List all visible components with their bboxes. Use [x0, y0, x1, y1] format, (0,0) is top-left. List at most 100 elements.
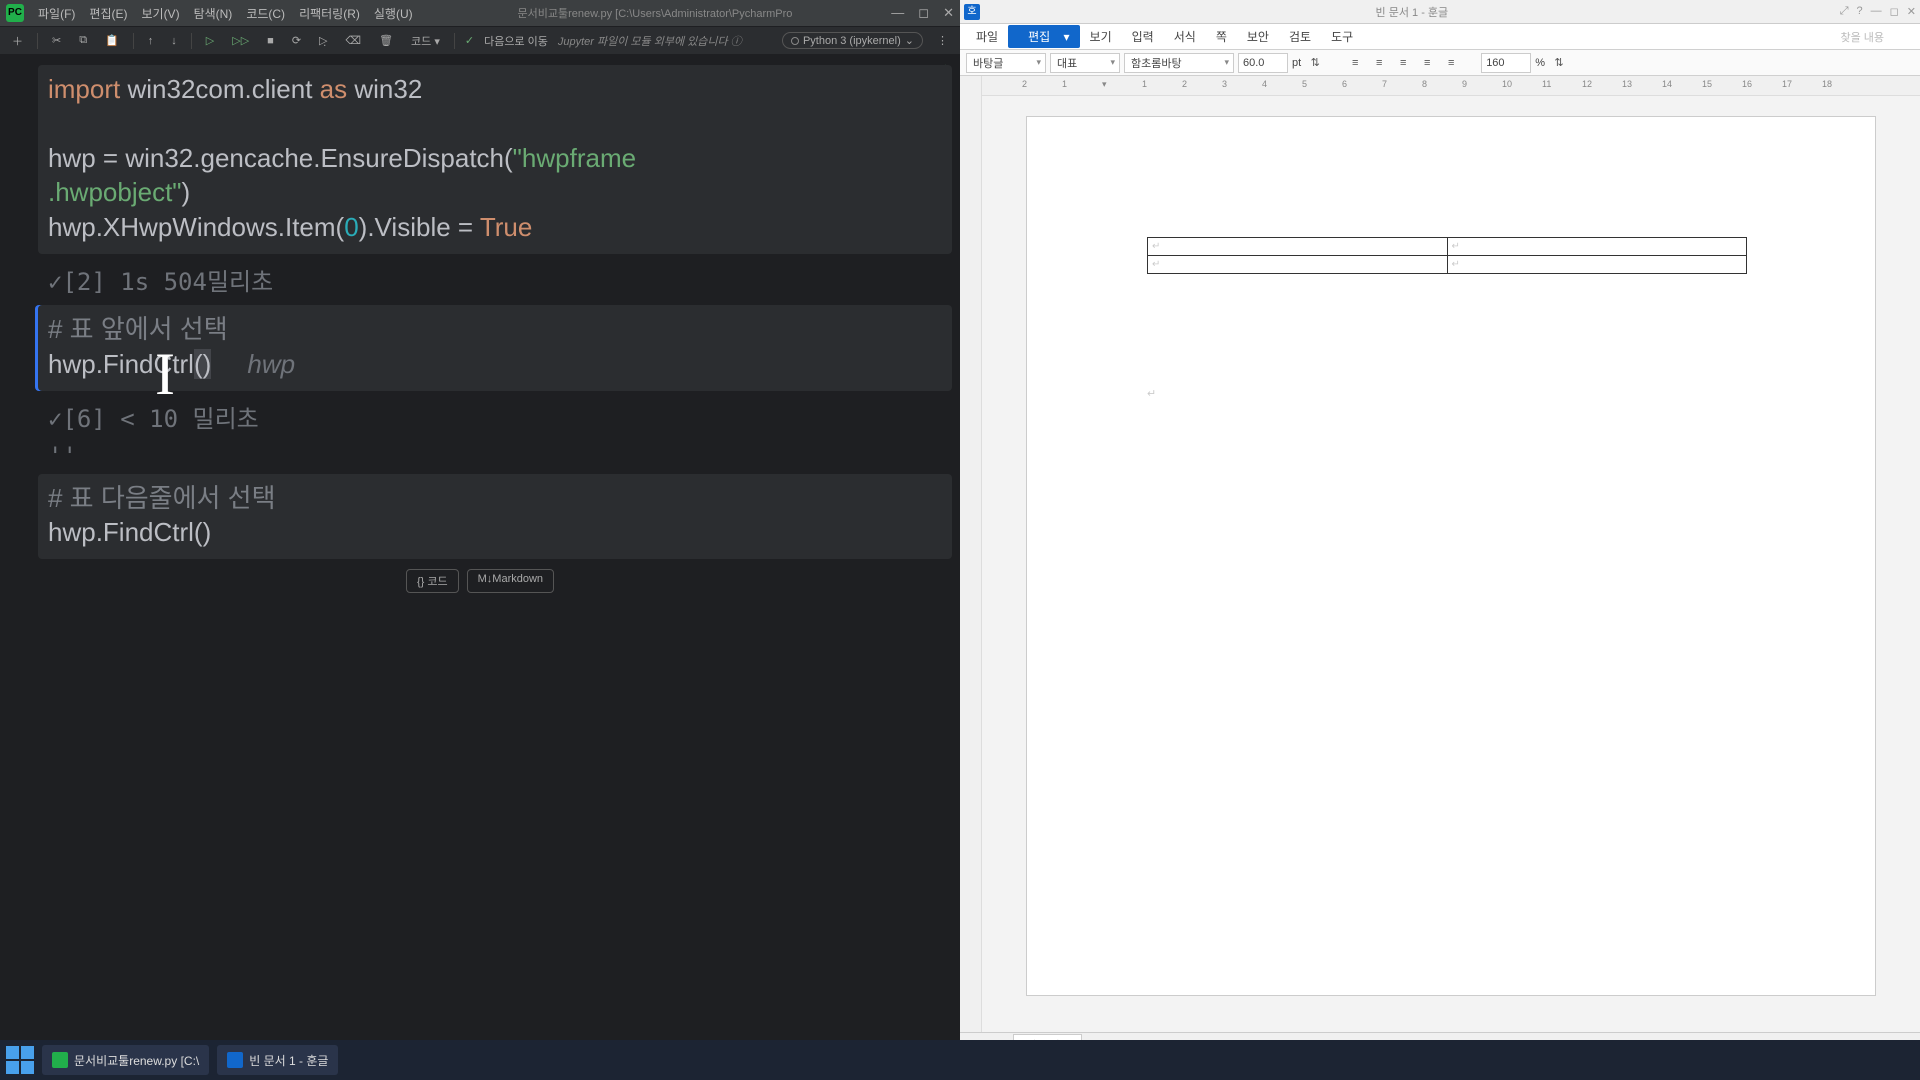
check-icon: ✓ [465, 34, 474, 47]
table-row[interactable]: ↵↵ [1148, 238, 1747, 256]
notebook-editor[interactable]: ✓ import win32com.client as win32 hwp = … [0, 55, 960, 1080]
kernel-status-icon [791, 37, 799, 45]
horizontal-ruler[interactable]: 2 1 ▾ 1 2 3 4 5 6 7 8 9 10 11 12 13 14 1… [982, 76, 1920, 96]
delete-icon[interactable]: 🗑 [375, 32, 397, 49]
para-combo[interactable]: 대표 [1050, 53, 1120, 73]
zoom-input[interactable]: 160 [1481, 53, 1531, 73]
taskbar-item-pycharm[interactable]: 문서비교툴renew.py [C:\ [42, 1045, 209, 1075]
hwp-menu-page[interactable]: 쪽 [1206, 25, 1237, 48]
cut-icon[interactable]: ✂ [48, 32, 65, 49]
zoom-unit: % [1535, 57, 1545, 69]
hwp-menu-file[interactable]: 파일 [966, 25, 1008, 48]
align-center-icon[interactable]: ≡ [1369, 53, 1389, 73]
stop-icon[interactable]: ■ [263, 33, 278, 49]
add-cell-bar: {} 코드 M↓Markdown [0, 569, 960, 593]
menu-edit[interactable]: 편집(E) [83, 3, 133, 24]
kernel-name: Python 3 (ipykernel) [803, 35, 901, 47]
align-distribute-icon[interactable]: ≡ [1441, 53, 1461, 73]
menu-view[interactable]: 보기(V) [135, 3, 185, 24]
paragraph-mark-icon: ↵ [1147, 388, 1156, 400]
code-cell-3[interactable]: # 표 다음줄에서 선택 hwp.FindCtrl() [38, 474, 952, 560]
zoom-spinner-icon[interactable]: ⇅ [1549, 53, 1569, 73]
help-icon[interactable]: ? [1857, 5, 1863, 18]
document-table[interactable]: ↵↵ ↵↵ [1147, 237, 1747, 274]
copy-icon[interactable]: ⧉ [75, 32, 91, 49]
hwp-menubar: 파일 편집 ▾ 보기 입력 서식 쪽 보안 검토 도구 찾을 내용 [960, 24, 1920, 50]
expand-icon[interactable]: ⤢ [1840, 5, 1849, 18]
close-icon[interactable]: ✕ [943, 5, 954, 21]
menu-run[interactable]: 실행(U) [368, 3, 419, 24]
hwp-window-buttons: ⤢ ? — ◻ ✕ [1840, 5, 1916, 18]
font-size-unit: pt [1292, 57, 1301, 69]
font-combo[interactable]: 함초롬바탕 [1124, 53, 1234, 73]
taskbar-label: 빈 문서 1 - 훈글 [249, 1052, 328, 1069]
kernel-selector[interactable]: Python 3 (ipykernel) ⌄ [782, 32, 923, 49]
pycharm-menubar: 파일(F) 편집(E) 보기(V) 탐색(N) 코드(C) 리팩터링(R) 실행… [32, 3, 419, 24]
hwp-workspace: 2 1 ▾ 1 2 3 4 5 6 7 8 9 10 11 12 13 14 1… [960, 76, 1920, 1032]
code-content[interactable]: # 표 다음줄에서 선택 hwp.FindCtrl() [48, 482, 942, 552]
hwp-logo-icon: 호 [964, 4, 980, 20]
menu-code[interactable]: 코드(C) [240, 3, 291, 24]
table-row[interactable]: ↵↵ [1148, 256, 1747, 274]
goto-next-label[interactable]: 다음으로 이동 [484, 33, 548, 49]
vertical-ruler[interactable] [960, 76, 982, 1032]
minimize-icon[interactable]: — [891, 5, 904, 21]
menu-navigate[interactable]: 탐색(N) [188, 3, 239, 24]
hwp-search-input[interactable]: 찾을 내용 [1830, 26, 1914, 48]
start-button[interactable] [6, 1046, 34, 1074]
document-page[interactable]: ↵↵ ↵↵ ↵ [1026, 116, 1876, 996]
code-cell-1[interactable]: import win32com.client as win32 hwp = wi… [38, 65, 952, 254]
menu-refactor[interactable]: 리팩터링(R) [293, 3, 366, 24]
add-code-cell-button[interactable]: {} 코드 [406, 569, 459, 593]
hwp-titlebar: 호 빈 문서 1 - 훈글 ⤢ ? — ◻ ✕ [960, 0, 1920, 24]
more-icon[interactable]: ⋮ [933, 32, 952, 49]
chevron-down-icon: ⌄ [905, 34, 914, 47]
style-combo[interactable]: 바탕글 [966, 53, 1046, 73]
page-scroll-area[interactable]: ↵↵ ↵↵ ↵ [982, 96, 1920, 1032]
pycharm-logo-icon: PC [6, 4, 24, 22]
debug-icon[interactable]: ▷̣ [315, 32, 331, 49]
maximize-icon[interactable]: ◻ [918, 5, 929, 21]
move-down-icon[interactable]: ↓ [167, 33, 181, 49]
run-cell-icon[interactable]: ▷ [202, 32, 218, 49]
windows-taskbar: 문서비교툴renew.py [C:\ 빈 문서 1 - 훈글 [0, 1040, 1920, 1080]
clear-icon[interactable]: ⌫ [342, 32, 366, 49]
code-cell-2[interactable]: # 표 앞에서 선택 hwp.FindCtrl() hwp [38, 305, 952, 391]
hwp-window-title: 빈 문서 1 - 훈글 [984, 4, 1840, 20]
align-left-icon[interactable]: ≡ [1345, 53, 1365, 73]
taskbar-label: 문서비교툴renew.py [C:\ [74, 1052, 199, 1069]
pycharm-window: PC 파일(F) 편집(E) 보기(V) 탐색(N) 코드(C) 리팩터링(R)… [0, 0, 960, 1080]
code-content[interactable]: # 표 앞에서 선택 hwp.FindCtrl() hwp [48, 313, 942, 383]
move-up-icon[interactable]: ↑ [144, 33, 158, 49]
hwp-menu-view[interactable]: 보기 [1080, 25, 1122, 48]
hwp-menu-security[interactable]: 보안 [1237, 25, 1279, 48]
hwp-menu-review[interactable]: 검토 [1279, 25, 1321, 48]
hwp-format-toolbar: 바탕글 대표 함초롬바탕 60.0 pt ⇅ ≡ ≡ ≡ ≡ ≡ 160 % ⇅ [960, 50, 1920, 76]
run-all-icon[interactable]: ▷▷ [228, 32, 253, 49]
align-right-icon[interactable]: ≡ [1393, 53, 1413, 73]
cell-output-2-value: '' [48, 442, 952, 470]
window-buttons: — ◻ ✕ [891, 5, 954, 21]
restart-icon[interactable]: ⟳ [288, 32, 305, 49]
font-size-input[interactable]: 60.0 [1238, 53, 1288, 73]
maximize-icon[interactable]: ◻ [1890, 5, 1899, 18]
add-cell-button[interactable]: ＋ [8, 31, 27, 51]
pycharm-titlebar: PC 파일(F) 편집(E) 보기(V) 탐색(N) 코드(C) 리팩터링(R)… [0, 0, 960, 27]
window-title-path: 문서비교툴renew.py [C:\Users\Administrator\Py… [419, 5, 892, 21]
add-markdown-cell-button[interactable]: M↓Markdown [467, 569, 554, 593]
hwp-menu-edit[interactable]: 편집 ▾ [1008, 25, 1079, 48]
align-justify-icon[interactable]: ≡ [1417, 53, 1437, 73]
close-icon[interactable]: ✕ [1907, 5, 1916, 18]
jupyter-warning: Jupyter 파일이 모듈 외부에 있습니다 ⓘ [558, 33, 742, 49]
menu-file[interactable]: 파일(F) [32, 3, 81, 24]
taskbar-item-hwp[interactable]: 빈 문서 1 - 훈글 [217, 1045, 338, 1075]
paste-icon[interactable]: 📋 [101, 32, 123, 49]
code-content[interactable]: import win32com.client as win32 hwp = wi… [48, 73, 942, 246]
cell-type-dropdown[interactable]: 코드 ▾ [407, 31, 444, 51]
hwp-menu-tools[interactable]: 도구 [1321, 25, 1363, 48]
minimize-icon[interactable]: — [1871, 5, 1882, 18]
pycharm-toolbar: ＋ ✂ ⧉ 📋 ↑ ↓ ▷ ▷▷ ■ ⟳ ▷̣ ⌫ 🗑 코드 ▾ ✓ 다음으로 … [0, 27, 960, 55]
size-spinner-icon[interactable]: ⇅ [1305, 53, 1325, 73]
hwp-menu-input[interactable]: 입력 [1122, 25, 1164, 48]
hwp-menu-format[interactable]: 서식 [1164, 25, 1206, 48]
